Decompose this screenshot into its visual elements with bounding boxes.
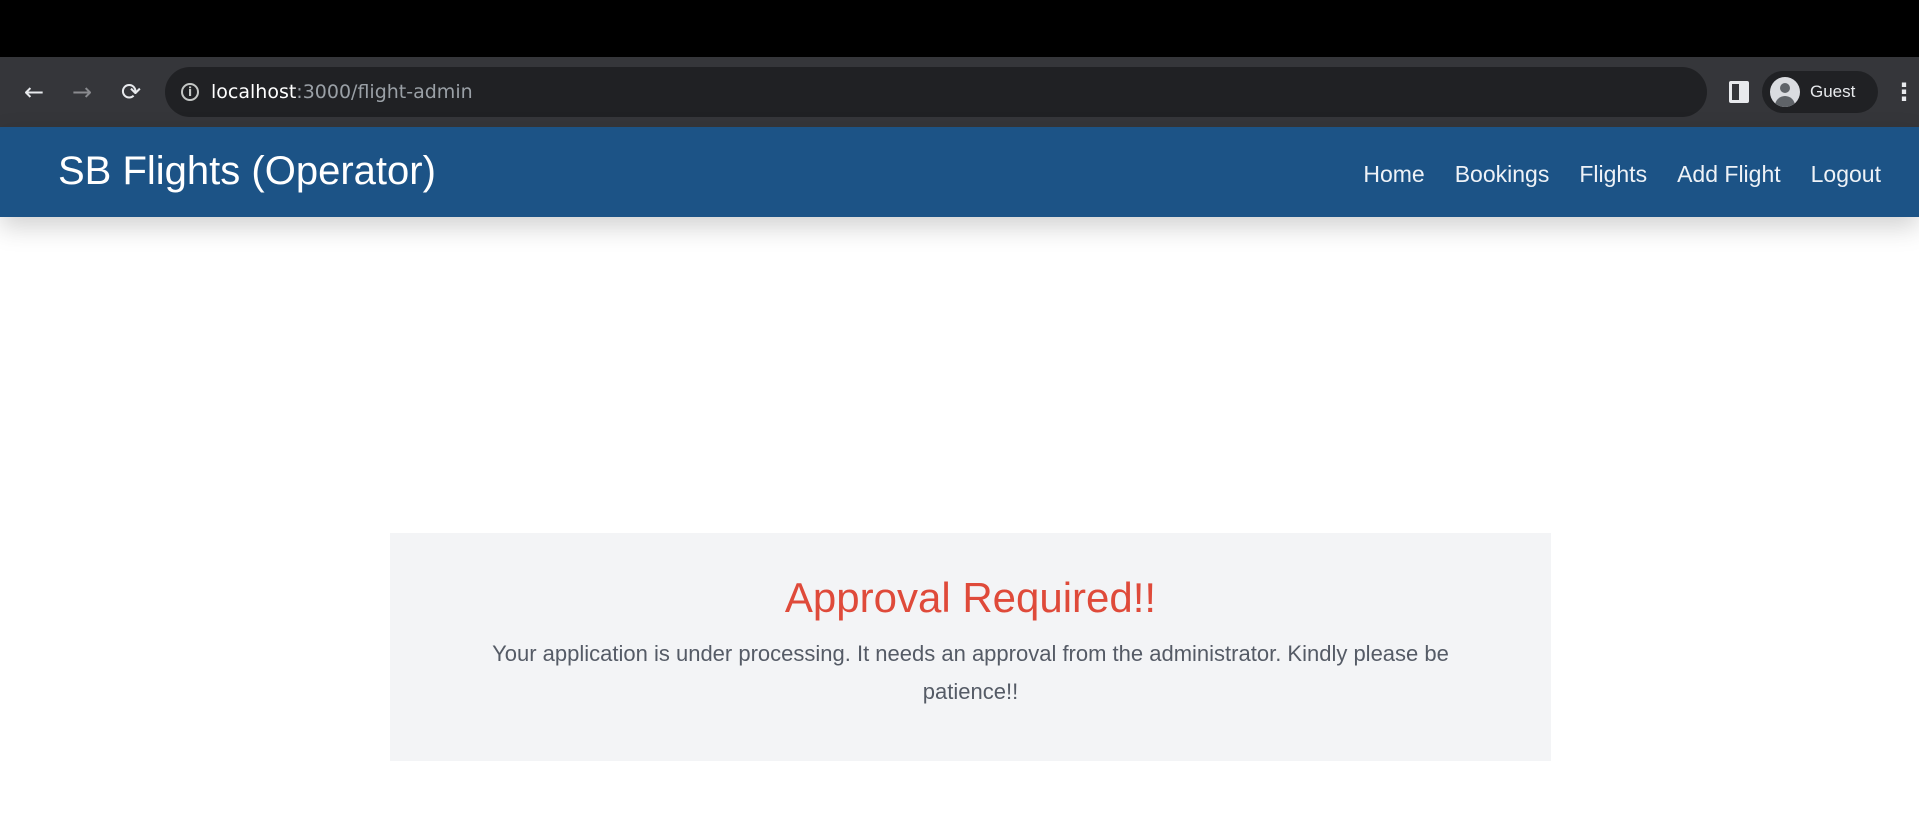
back-button[interactable]: ←: [16, 57, 52, 127]
nav-link-home[interactable]: Home: [1363, 159, 1424, 189]
forward-button[interactable]: →: [64, 57, 100, 127]
screen: ← → ⟳ i localhost :3000/flight-admin Gue…: [0, 0, 1919, 833]
nav-link-add-flight[interactable]: Add Flight: [1677, 159, 1781, 189]
arrow-left-icon: ←: [23, 78, 45, 106]
nav-link-logout[interactable]: Logout: [1811, 159, 1881, 189]
profile-button[interactable]: Guest: [1762, 71, 1878, 113]
arrow-right-icon: →: [71, 78, 93, 106]
approval-notice-card: Approval Required!! Your application is …: [390, 533, 1551, 761]
notice-message: Your application is under processing. It…: [492, 641, 1449, 704]
nav-link-flights[interactable]: Flights: [1579, 159, 1647, 189]
notice-title: Approval Required!!: [784, 574, 1157, 621]
side-panel-icon[interactable]: [1729, 81, 1749, 103]
info-icon[interactable]: i: [181, 83, 199, 101]
reload-button[interactable]: ⟳: [113, 57, 149, 127]
browser-toolbar: ← → ⟳ i localhost :3000/flight-admin Gue…: [0, 57, 1919, 127]
nav-link-bookings[interactable]: Bookings: [1455, 159, 1550, 189]
reload-icon: ⟳: [120, 78, 142, 106]
page-viewport: SB Flights (Operator) Home Bookings Flig…: [0, 127, 1919, 833]
address-bar[interactable]: i localhost :3000/flight-admin: [165, 67, 1707, 117]
nav-links: Home Bookings Flights Add Flight Logout: [1363, 159, 1881, 189]
avatar-icon: [1770, 77, 1800, 107]
brand-title[interactable]: SB Flights (Operator): [58, 147, 436, 195]
url-path: :3000/flight-admin: [296, 81, 473, 103]
profile-label: Guest: [1810, 82, 1856, 101]
url-host: localhost: [211, 81, 297, 103]
app-navbar: SB Flights (Operator) Home Bookings Flig…: [0, 127, 1919, 217]
top-letterbox: [0, 0, 1919, 57]
more-vertical-icon[interactable]: ⋮: [1892, 57, 1916, 127]
